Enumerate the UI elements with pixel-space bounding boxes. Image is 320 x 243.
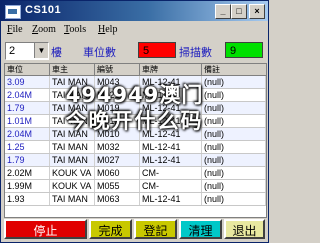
register-button[interactable]: 登記	[134, 219, 177, 239]
cell-owner: TAI MAN	[50, 76, 95, 88]
menu-file[interactable]: File	[7, 24, 23, 35]
cell-space: 1.25	[5, 141, 50, 153]
cell-space: 2.02M	[5, 167, 50, 179]
cell-plate: ML-12-41	[140, 89, 202, 101]
cell-number: M010	[95, 128, 140, 140]
done-button[interactable]: 完成	[89, 219, 132, 239]
cell-remark: (null)	[202, 128, 266, 140]
menu-tools[interactable]: Tools	[64, 24, 86, 35]
cell-plate: ML-12-41	[140, 141, 202, 153]
menu-help-label: elp	[105, 24, 118, 35]
floor-suffix-label: 樓	[51, 47, 62, 59]
vehicle-table[interactable]: 車位 車主 編號 車牌 備註 3.09 TAI MAN M043 ML-12-4…	[4, 63, 267, 218]
cell-remark: (null)	[202, 115, 266, 127]
cell-space: 1.93	[5, 193, 50, 205]
stop-button[interactable]: 停止	[4, 219, 87, 239]
cell-space: 2.04M	[5, 128, 50, 140]
floor-select-value: 2	[9, 45, 16, 57]
cell-plate: CM-	[140, 180, 202, 192]
cell-plate: ML-12-41	[140, 128, 202, 140]
action-bar: 停止 完成 登記 清理 退出	[1, 217, 268, 242]
table-row[interactable]: 2.04M TAI MAN M021 ML-12-41 (null)	[5, 89, 266, 102]
app-window: CS101 _ □ × File Zoom Tools Help 2 ▼ 樓 車…	[0, 0, 269, 243]
table-row[interactable]: 2.04M TAI MAN M010 ML-12-41 (null)	[5, 128, 266, 141]
cell-plate: ML-12-41	[140, 154, 202, 166]
column-header-number[interactable]: 編號	[95, 64, 140, 75]
column-header-space[interactable]: 車位	[5, 64, 50, 75]
title-bar[interactable]: CS101 _ □ ×	[1, 1, 268, 21]
table-row[interactable]: 1.79 TAI MAN M027 ML-12-41 (null)	[5, 154, 266, 167]
window-title: CS101	[25, 4, 62, 16]
clear-button[interactable]: 清理	[179, 219, 222, 239]
cell-space: 1.79	[5, 154, 50, 166]
cell-remark: (null)	[202, 167, 266, 179]
table-header: 車位 車主 編號 車牌 備註	[5, 64, 266, 76]
cell-plate: CM-	[140, 167, 202, 179]
menu-help[interactable]: Help	[98, 24, 117, 35]
column-header-owner[interactable]: 車主	[50, 64, 95, 75]
cell-owner: KOUK VA	[50, 180, 95, 192]
cell-space: 2.04M	[5, 89, 50, 101]
chevron-down-icon[interactable]: ▼	[34, 43, 48, 58]
cell-space: 1.79	[5, 102, 50, 114]
cell-remark: (null)	[202, 102, 266, 114]
menu-bar: File Zoom Tools Help	[1, 22, 268, 38]
table-row[interactable]: 2.02M KOUK VA M060 CM- (null)	[5, 167, 266, 180]
cell-owner: TAI MAN	[50, 115, 95, 127]
scan-count: 9	[225, 42, 263, 58]
vehicles-label: 車位數	[83, 47, 116, 59]
cell-owner: TAI MAN	[50, 154, 95, 166]
cell-space: 3.09	[5, 76, 50, 88]
cell-plate: ML-12-41	[140, 193, 202, 205]
column-header-remark[interactable]: 備註	[202, 64, 266, 75]
table-row[interactable]: 1.93 TAI MAN M063 ML-12-41 (null)	[5, 193, 266, 206]
cell-number: M019	[95, 102, 140, 114]
menu-zoom-label: oom	[38, 24, 56, 35]
table-row[interactable]: 1.99M KOUK VA M055 CM- (null)	[5, 180, 266, 193]
cell-number: M032	[95, 141, 140, 153]
menu-file-label: ile	[12, 24, 23, 35]
cell-plate: ML-12-41	[140, 76, 202, 88]
exit-button[interactable]: 退出	[224, 219, 265, 239]
cell-number: M063	[95, 193, 140, 205]
cell-remark: (null)	[202, 193, 266, 205]
cell-remark: (null)	[202, 89, 266, 101]
cell-remark: (null)	[202, 76, 266, 88]
cell-owner: TAI MAN	[50, 193, 95, 205]
cell-owner: KOUK VA	[50, 167, 95, 179]
cell-owner: TAI MAN	[50, 89, 95, 101]
close-button[interactable]: ×	[249, 4, 265, 19]
cell-plate: ML-12-41	[140, 115, 202, 127]
toolbar: 2 ▼ 樓 車位數 5 掃描數 9	[1, 40, 268, 62]
cell-number: M055	[95, 180, 140, 192]
cell-remark: (null)	[202, 141, 266, 153]
table-row[interactable]: 1.01M TAI MAN M012 ML-12-41 (null)	[5, 115, 266, 128]
cell-remark: (null)	[202, 154, 266, 166]
maximize-button[interactable]: □	[231, 4, 247, 19]
cell-number: M012	[95, 115, 140, 127]
cell-remark: (null)	[202, 180, 266, 192]
cell-owner: TAI MAN	[50, 102, 95, 114]
floor-select[interactable]: 2 ▼	[5, 42, 49, 60]
cell-number: M021	[95, 89, 140, 101]
cell-space: 1.99M	[5, 180, 50, 192]
menu-tools-label: ools	[69, 24, 87, 35]
vehicles-count: 5	[138, 42, 176, 58]
cell-space: 1.01M	[5, 115, 50, 127]
cell-number: M060	[95, 167, 140, 179]
menu-zoom[interactable]: Zoom	[32, 24, 56, 35]
cell-number: M043	[95, 76, 140, 88]
cell-number: M027	[95, 154, 140, 166]
column-header-plate[interactable]: 車牌	[140, 64, 202, 75]
table-row[interactable]: 1.25 TAI MAN M032 ML-12-41 (null)	[5, 141, 266, 154]
table-row[interactable]: 1.79 TAI MAN M019 ML-12-41 (null)	[5, 102, 266, 115]
cell-owner: TAI MAN	[50, 141, 95, 153]
cell-plate: ML-12-41	[140, 102, 202, 114]
table-row[interactable]: 3.09 TAI MAN M043 ML-12-41 (null)	[5, 76, 266, 89]
app-icon	[5, 5, 21, 19]
minimize-button[interactable]: _	[215, 4, 231, 19]
scan-label: 掃描數	[179, 47, 212, 59]
cell-owner: TAI MAN	[50, 128, 95, 140]
